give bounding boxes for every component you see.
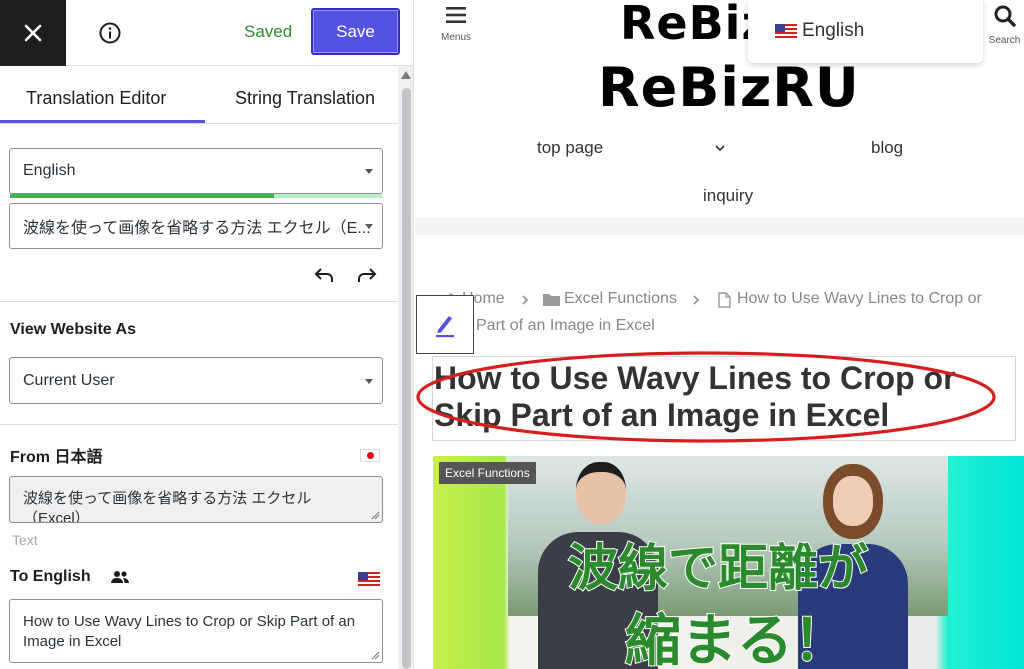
category-badge[interactable]: Excel Functions [439,462,536,484]
site-logo[interactable]: ReBizRU [598,56,860,119]
breadcrumb-category[interactable]: Excel Functions [564,290,677,308]
source-type-label: Text [12,532,38,548]
string-select-value: 波線を使って画像を省略する方法 エクセル（E... [23,220,371,237]
hero-caption-line1: 波線で距離が [567,538,869,598]
active-tab-indicator [0,120,205,123]
highlight-ellipse [416,351,996,443]
view-as-select-value: Current User [23,371,115,389]
chevron-down-icon [365,169,373,174]
undo-icon [314,268,333,282]
to-language-label: To English [10,568,91,585]
string-select[interactable]: 波線を使って画像を省略する方法 エクセル（E... [9,203,383,249]
language-option-english[interactable]: English [802,20,864,42]
from-language-label: From 日本語 [10,449,103,466]
hamburger-icon [446,7,466,23]
translation-editor-panel: Saved Save Translation Editor String Tra… [0,0,414,669]
japan-flag-icon [360,449,380,462]
tab-string-translation[interactable]: String Translation [235,88,375,109]
resize-handle-icon [371,511,380,520]
site-preview: Menus ReBiz Search English ReBizRU top p… [415,0,1024,669]
editor-topbar: Saved Save [0,0,413,66]
info-icon [99,22,121,44]
menu-button[interactable]: Menus [437,4,475,43]
menu-label: Menus [440,32,471,43]
chevron-down-icon [365,378,373,384]
resize-handle-icon [371,651,380,660]
app-root: Saved Save Translation Editor String Tra… [0,0,1024,669]
pencil-icon [436,315,454,337]
site-logo-sticky[interactable]: ReBiz [620,0,769,50]
folder-icon [543,294,560,306]
breadcrumb-current-line1: How to Use Wavy Lines to Crop or [737,290,982,307]
search-icon [994,5,1016,27]
document-icon [718,292,731,308]
chevron-right-icon [693,295,700,305]
search-button[interactable]: Search [985,4,1024,46]
close-button[interactable] [0,0,66,66]
scrollbar-thumb[interactable] [402,88,411,669]
us-flag-icon [358,572,380,586]
nav-item-top-page[interactable]: top page [537,138,603,158]
undo-button[interactable] [313,266,335,286]
featured-image[interactable]: Excel Functions 波線で距離が 縮まる！ [433,456,1024,669]
chevron-right-icon [522,295,529,305]
tab-translation-editor[interactable]: Translation Editor [26,88,166,109]
scroll-up-arrow-icon[interactable] [401,71,411,79]
redo-button[interactable] [356,266,378,286]
translation-text: How to Use Wavy Lines to Crop or Skip Pa… [23,613,356,650]
us-flag-icon [775,24,797,38]
language-switcher-popup[interactable]: English [748,0,983,63]
view-as-title: View Website As [10,321,136,338]
divider [0,424,398,425]
search-label: Search [988,35,1021,46]
close-icon [24,24,42,42]
users-icon [109,569,131,585]
header-divider [415,218,1024,235]
translation-progress-fill [10,194,275,198]
redo-icon [358,268,377,282]
breadcrumb-current-line2: Part of an Image in Excel [476,317,655,334]
info-button[interactable] [96,19,124,47]
divider [0,301,398,302]
source-text-field: 波線を使って画像を省略する方法 エクセル（Excel） [9,476,383,523]
save-button[interactable]: Save [311,8,400,55]
hero-caption-line2: 縮まる！ [624,608,850,669]
chevron-down-icon[interactable] [714,144,726,152]
editor-tabs: Translation Editor String Translation [0,66,398,124]
nav-item-inquiry[interactable]: inquiry [703,186,753,206]
translation-text-field[interactable]: How to Use Wavy Lines to Crop or Skip Pa… [9,599,383,663]
language-select[interactable]: English [9,148,383,194]
source-text: 波線を使って画像を省略する方法 エクセル（Excel） [23,490,312,523]
chevron-down-icon [365,224,373,229]
view-as-select[interactable]: Current User [9,357,383,404]
translation-progress-bar [10,194,382,198]
nav-item-blog[interactable]: blog [871,138,903,158]
edit-translation-button[interactable] [416,295,474,354]
language-select-value: English [23,162,76,179]
saved-status: Saved [244,22,293,41]
